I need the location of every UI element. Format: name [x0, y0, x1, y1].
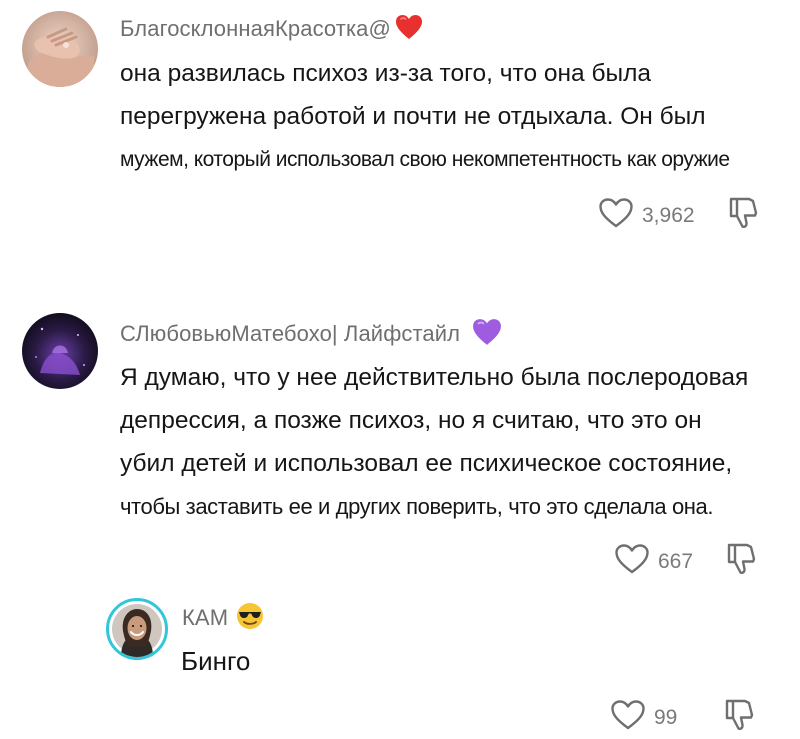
comment-actions: 3,962 [598, 196, 759, 235]
like-count: 3,962 [642, 203, 695, 227]
heart-outline-icon [610, 699, 646, 736]
comment-actions: 667 [614, 542, 757, 581]
sunglasses-emoji [236, 602, 264, 636]
avatar[interactable] [106, 598, 168, 660]
avatar[interactable] [22, 313, 98, 389]
purple-night-avatar [22, 313, 98, 389]
comment-text-line: убил детей и использовал ее психическое … [120, 450, 733, 477]
comment-text-line: она развилась психоз из-за того, что она… [120, 60, 652, 87]
reply-text-line: Бинго [181, 646, 251, 676]
username[interactable]: КАМ [182, 602, 264, 636]
like-button[interactable]: 3,962 [598, 197, 695, 234]
thumbs-down-icon [727, 196, 759, 235]
reply-comment: КАМ Бинго 99 [0, 590, 800, 739]
comment-text-line: перегружена работой и почти не отдыхала.… [120, 103, 706, 130]
comment-text: она развилась психоз из-за того, что она… [120, 52, 730, 181]
purple-heart-emoji [472, 318, 502, 352]
comment-actions: 99 [610, 698, 755, 737]
red-heart-emoji [395, 14, 423, 46]
avatar[interactable] [22, 11, 98, 87]
like-button[interactable]: 667 [614, 543, 693, 580]
like-button[interactable]: 99 [610, 699, 677, 736]
hands-photo-avatar [22, 11, 98, 87]
heart-outline-icon [598, 197, 634, 234]
dislike-button[interactable] [727, 196, 759, 235]
comment-text-line: мужем, который использовал свою некомпет… [120, 148, 730, 171]
comment-text-line: депрессия, а позже психоз, но я считаю, … [120, 407, 702, 434]
reply-text: Бинго [181, 640, 250, 683]
comment-text: Я думаю, что у нее действительно была по… [120, 356, 748, 528]
dislike-button[interactable] [725, 542, 757, 581]
comment-text-line: Я думаю, что у нее действительно была по… [120, 364, 749, 391]
like-count: 99 [654, 705, 678, 729]
username-text: СЛюбовьюМатебохо| Лайфстайл [120, 320, 461, 346]
comment-1: БлагосклоннаяКрасотка@ она развилась пси… [0, 0, 800, 270]
comment-2: СЛюбовьюМатебохо| Лайфстайл Я думаю, что… [0, 300, 800, 590]
username[interactable]: БлагосклоннаяКрасотка@ [120, 14, 423, 46]
thumbs-down-icon [725, 542, 757, 581]
comment-text-line: чтобы заставить ее и других поверить, чт… [120, 494, 714, 519]
username-text: БлагосклоннаяКрасотка@ [120, 15, 391, 41]
dislike-button[interactable] [723, 698, 755, 737]
like-count: 667 [658, 549, 694, 573]
thumbs-down-icon [723, 698, 755, 737]
woman-portrait-avatar [112, 604, 162, 657]
username-text: КАМ [182, 604, 229, 630]
username[interactable]: СЛюбовьюМатебохо| Лайфстайл [120, 318, 502, 352]
heart-outline-icon [614, 543, 650, 580]
